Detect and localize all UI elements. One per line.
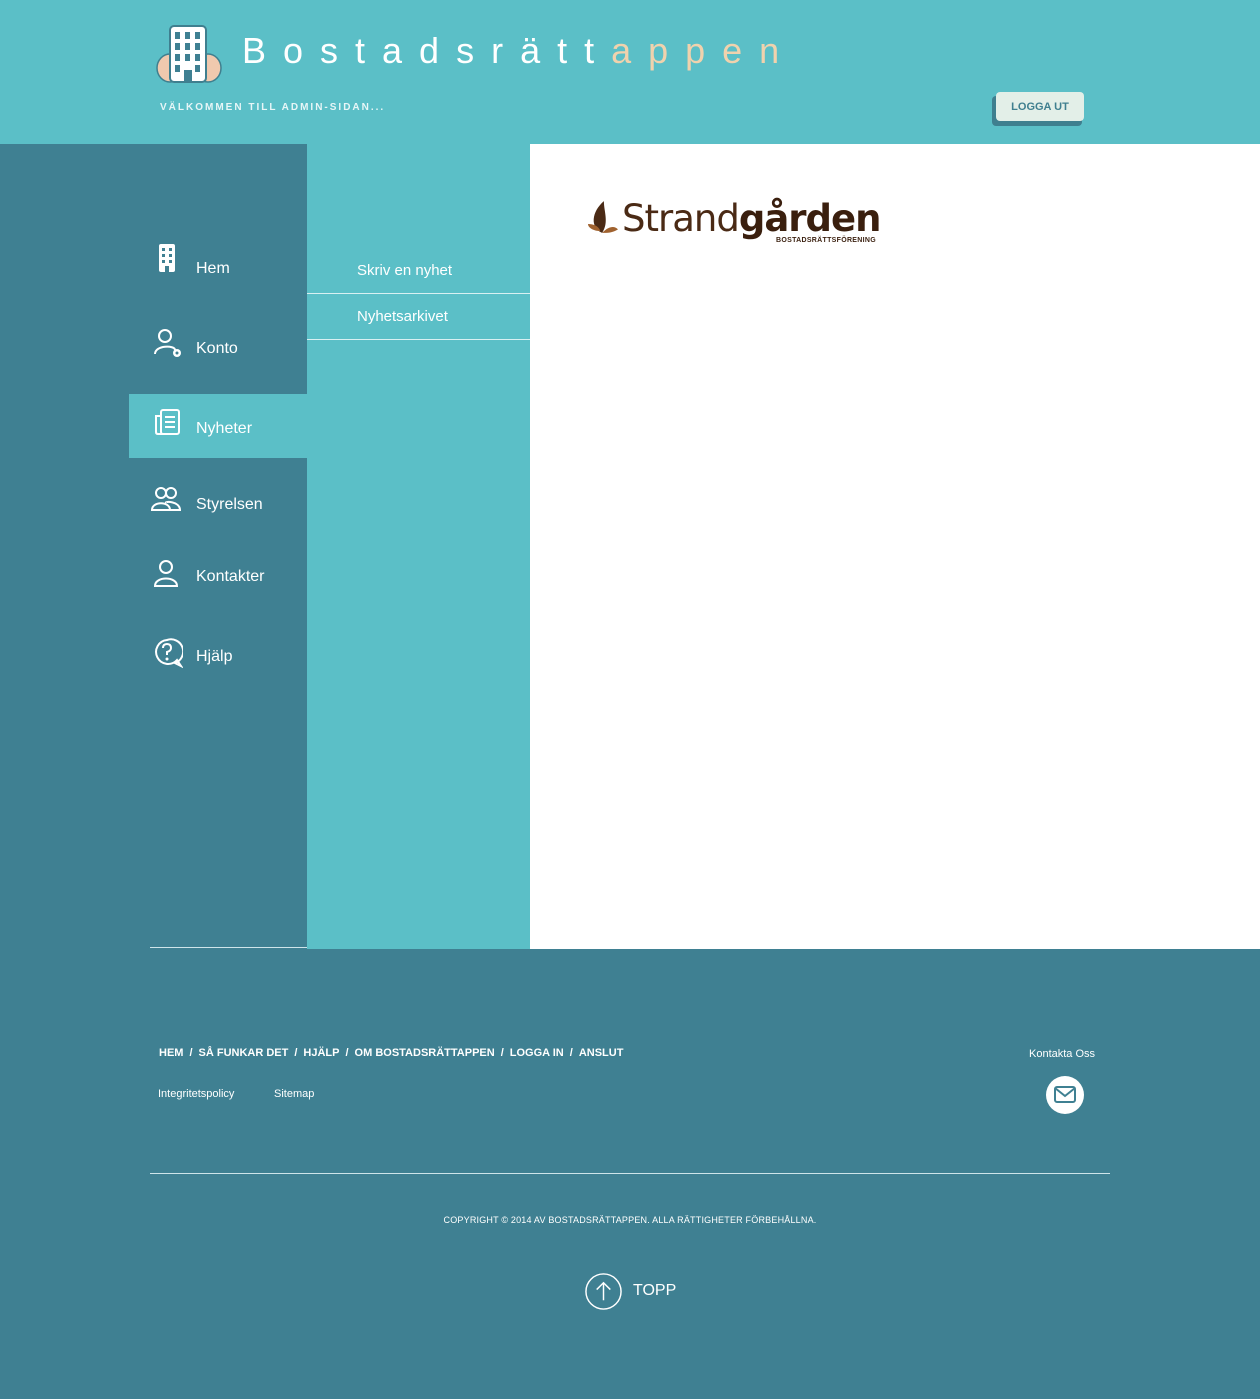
- footer-link-om[interactable]: OM BOSTADSRÄTTAPPEN: [355, 1047, 495, 1059]
- footer-separator: /: [500, 1047, 504, 1059]
- footer-divider: [150, 1173, 1110, 1174]
- privacy-link[interactable]: Integritetspolicy: [158, 1088, 234, 1100]
- sidebar-item-label: Hem: [196, 260, 230, 277]
- logout-button-wrap: LOGGA UT: [992, 92, 1084, 126]
- sidebar-item-hem[interactable]: Hem: [129, 230, 307, 294]
- brand-title: Bostadsrättappen: [242, 30, 796, 72]
- sidebar-item-hjalp[interactable]: Hjälp: [129, 630, 307, 694]
- footer-link-logga-in[interactable]: LOGGA IN: [510, 1047, 564, 1059]
- footer-link-hem[interactable]: HEM: [159, 1047, 183, 1059]
- building-logo-icon: [156, 25, 222, 83]
- sidebar-item-label: Nyheter: [196, 420, 253, 437]
- brand-part1: Bostadsrätt: [242, 30, 612, 71]
- help-icon: [155, 638, 183, 669]
- sidebar-item-konto[interactable]: Konto: [129, 318, 307, 382]
- footer-link-hjalp[interactable]: HJÄLP: [303, 1047, 339, 1059]
- back-to-top-button[interactable]: TOPP: [584, 1272, 684, 1312]
- association-logo: Strandgården BOSTADSRÄTTSFÖRENING: [588, 196, 888, 250]
- sidebar-item-label: Konto: [196, 340, 238, 357]
- contact-label: Kontakta Oss: [1029, 1048, 1096, 1060]
- footer-link-anslut[interactable]: ANSLUT: [579, 1047, 624, 1059]
- newspaper-icon: [155, 409, 180, 435]
- footer-separator: /: [569, 1047, 573, 1059]
- header: Bostadsrättappen VÄLKOMMEN TILL ADMIN-SI…: [0, 0, 1260, 144]
- sidebar-item-kontakter[interactable]: Kontakter: [129, 550, 307, 614]
- leaf-icon: [588, 201, 618, 233]
- group-icon: [151, 487, 181, 511]
- logo-text-light: Strand: [622, 197, 740, 240]
- footer-nav: HEM / SÅ FUNKAR DET / HJÄLP / OM BOSTADSRÄTTAP…: [159, 1047, 623, 1059]
- sidebar-item-label: Hjälp: [196, 648, 233, 665]
- submenu-item-label: Nyhetsarkivet: [357, 308, 448, 325]
- submenu-item-label: Skriv en nyhet: [357, 262, 453, 279]
- sidebar-item-label: Styrelsen: [196, 496, 263, 513]
- sidebar-item-nyheter[interactable]: Nyheter: [129, 394, 307, 458]
- mail-icon: [1054, 1086, 1076, 1103]
- submenu-item-nyhetsarkivet[interactable]: Nyhetsarkivet: [307, 294, 530, 340]
- back-to-top-label: TOPP: [633, 1282, 677, 1299]
- footer-separator: /: [189, 1047, 193, 1059]
- logout-button[interactable]: LOGGA UT: [996, 92, 1084, 121]
- footer-separator: /: [345, 1047, 349, 1059]
- copyright-text: COPYRIGHT © 2014 AV BOSTADSRÄTTAPPEN. AL…: [443, 1215, 817, 1225]
- sidebar-item-label: Kontakter: [196, 568, 265, 585]
- footer-link-sa-funkar-det[interactable]: SÅ FUNKAR DET: [199, 1047, 289, 1059]
- sidebar-divider: [150, 947, 307, 948]
- user-icon: [153, 560, 179, 587]
- welcome-text: VÄLKOMMEN TILL ADMIN-SIDAN...: [160, 102, 386, 113]
- main-content-area: [530, 144, 1260, 949]
- arrow-up-circle-icon: [585, 1273, 622, 1310]
- building-icon: [159, 244, 175, 272]
- user-settings-icon: [154, 329, 181, 357]
- sitemap-link[interactable]: Sitemap: [274, 1088, 314, 1100]
- submenu-item-skriv-nyhet[interactable]: Skriv en nyhet: [307, 248, 530, 294]
- logo-text-bold: gården: [738, 197, 882, 240]
- association-logo-text: Strandgården: [622, 196, 882, 242]
- sidebar-item-styrelsen[interactable]: Styrelsen: [129, 478, 307, 542]
- logo-subtitle: BOSTADSRÄTTSFÖRENING: [776, 237, 876, 244]
- footer-separator: /: [294, 1047, 298, 1059]
- contact-mail-button[interactable]: [1046, 1076, 1084, 1114]
- brand-part2: appen: [611, 30, 797, 71]
